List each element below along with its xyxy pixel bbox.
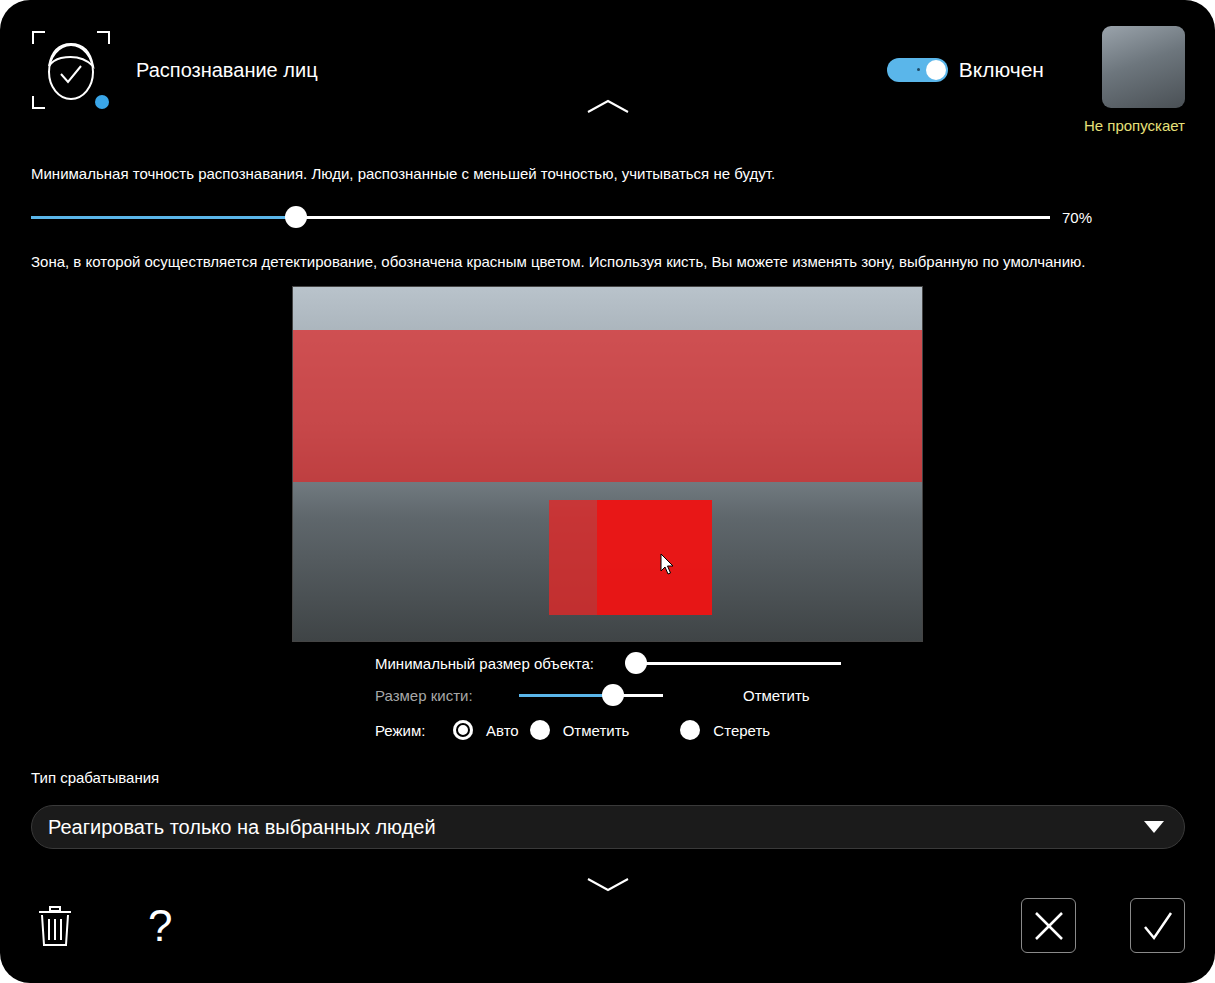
mode-radio[interactable]: Авто: [453, 720, 519, 740]
expand-down-icon[interactable]: [586, 877, 630, 893]
panel-title: Распознавание лиц: [136, 59, 318, 82]
brush-size-label: Размер кисти:: [375, 687, 519, 704]
accuracy-slider-row: 70%: [31, 207, 1185, 227]
cursor-icon: [660, 553, 674, 575]
brush-action[interactable]: Отметить: [743, 687, 810, 704]
brush-zone-active: [597, 500, 712, 615]
brush-controls: Минимальный размер объекта: Размер кисти:…: [375, 652, 1185, 741]
cancel-button[interactable]: [1021, 898, 1076, 953]
min-size-slider[interactable]: [636, 662, 841, 665]
radio-circle[interactable]: [680, 720, 700, 740]
accuracy-description: Минимальная точность распознавания. Люди…: [31, 165, 1185, 183]
detection-zone: [293, 330, 922, 482]
toggle-switch[interactable]: [887, 58, 948, 82]
help-button[interactable]: ?: [148, 904, 172, 948]
radio-circle[interactable]: [530, 720, 550, 740]
radio-circle[interactable]: [453, 720, 473, 740]
confirm-button[interactable]: [1130, 898, 1185, 953]
check-icon: [1143, 911, 1173, 941]
face-recognition-panel: Распознавание лиц Включен Не пропускает Мин…: [0, 0, 1215, 983]
header: Распознавание лиц Включен Не пропускает: [31, 26, 1185, 136]
mode-label: Режим:: [375, 722, 453, 739]
camera-frame[interactable]: [293, 287, 922, 641]
mode-group: Режим:Авто Отметить Стереть: [375, 719, 1185, 741]
zone-description: Зона, в которой осуществляется детектиро…: [31, 253, 1185, 271]
mode-radio[interactable]: Стереть: [680, 720, 770, 740]
face-recognition-icon: [31, 30, 111, 110]
camera-preview[interactable]: Не пропускает: [1084, 26, 1185, 134]
brush-size-slider[interactable]: [519, 694, 663, 697]
trash-icon[interactable]: [38, 906, 72, 946]
camera-status: Не пропускает: [1084, 117, 1185, 134]
collapse-up-icon[interactable]: [586, 98, 630, 114]
accuracy-slider[interactable]: [31, 216, 1050, 219]
toggle-label: Включен: [959, 58, 1044, 82]
camera-thumbnail[interactable]: [1102, 26, 1185, 108]
trigger-type-label: Тип срабатывания: [31, 769, 1185, 787]
close-icon: [1034, 911, 1064, 941]
trigger-type-dropdown[interactable]: Реагировать только на выбранных людей: [31, 805, 1185, 849]
mode-radio[interactable]: Отметить: [530, 720, 630, 740]
accuracy-reading: 70%: [1062, 209, 1092, 226]
dropdown-arrow-icon: [1144, 821, 1164, 833]
min-size-label: Минимальный размер объекта:: [375, 655, 636, 672]
enable-toggle[interactable]: Включен: [887, 58, 1044, 82]
bottom-bar: ?: [31, 898, 1185, 953]
